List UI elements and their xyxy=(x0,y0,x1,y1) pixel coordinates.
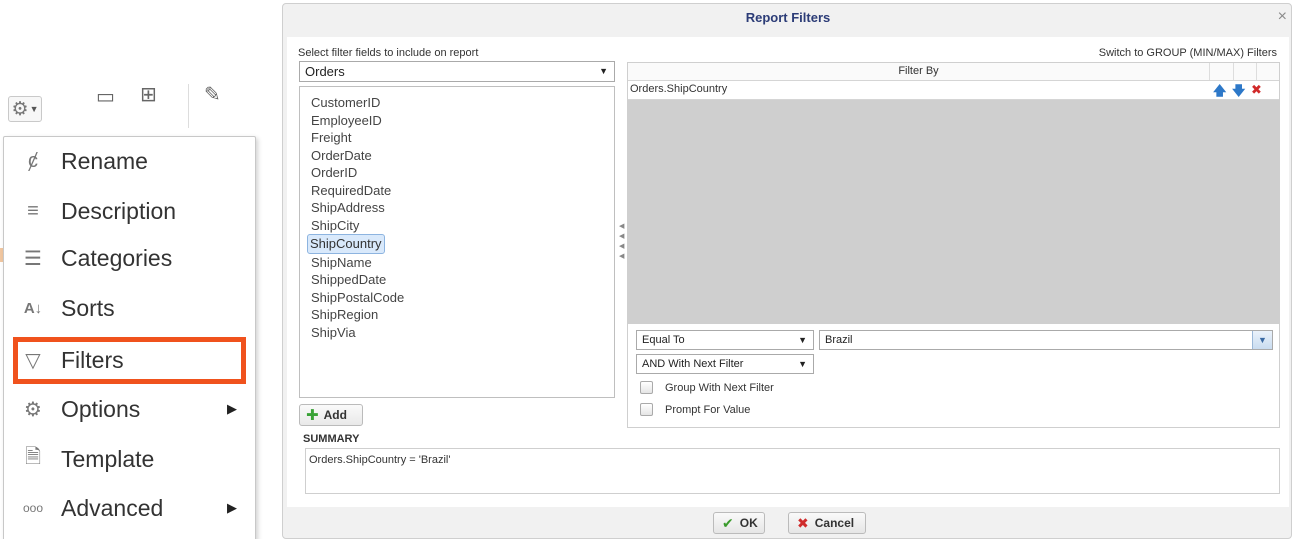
field-item[interactable]: RequiredDate xyxy=(309,182,393,200)
filter-panel: Filter By Orders.ShipCountry 🡅 🡇 ✖ Equal… xyxy=(627,62,1280,428)
ok-button-label: OK xyxy=(739,516,758,530)
table-select[interactable]: Orders ▼ xyxy=(299,61,615,82)
close-icon: ✖ xyxy=(797,514,809,531)
field-item[interactable]: EmployeeID xyxy=(309,112,384,130)
menu-item-label: Rename xyxy=(61,147,148,174)
table-select-value: Orders xyxy=(305,64,345,79)
ellipsis-icon: ooo xyxy=(22,501,44,515)
menu-item-template[interactable]: 🗎 Template xyxy=(5,434,256,484)
prompt-for-value-checkbox[interactable] xyxy=(640,403,653,416)
add-box-icon[interactable]: ⊞ xyxy=(140,82,157,107)
ok-button[interactable]: ✔ OK xyxy=(713,512,765,534)
filter-row-field: Orders.ShipCountry xyxy=(630,83,728,95)
rename-icon: ȼ xyxy=(28,149,38,172)
field-item[interactable]: OrderDate xyxy=(309,147,374,165)
filter-value-input[interactable]: Brazil ▼ xyxy=(819,330,1273,350)
fields-list[interactable]: CustomerID EmployeeID Freight OrderDate Orde… xyxy=(299,86,615,398)
field-item[interactable]: ShipCountry xyxy=(307,234,385,254)
filter-list-area xyxy=(628,100,1279,324)
dialog-title: Report Filters xyxy=(745,10,831,25)
operator-select[interactable]: Equal To ▼ xyxy=(636,330,814,350)
group-with-next-label: Group With Next Filter xyxy=(665,381,774,394)
arrow-left-icon: ◀ xyxy=(619,243,625,250)
prompt-for-value-label: Prompt For Value xyxy=(665,403,751,416)
cancel-button-label: Cancel xyxy=(814,516,855,530)
menu-item-sorts[interactable]: A↓ Sorts xyxy=(5,283,256,333)
field-item[interactable]: Freight xyxy=(309,129,353,147)
categories-icon: ☰ xyxy=(24,247,42,270)
field-item[interactable]: OrderID xyxy=(309,164,359,182)
check-icon: ✔ xyxy=(722,514,734,531)
field-item[interactable]: ShipAddress xyxy=(309,199,387,217)
layout-icon[interactable]: ▭ xyxy=(96,84,115,109)
menu-item-label: Description xyxy=(61,197,177,224)
filter-icon: ▽ xyxy=(25,349,41,372)
operator-value: Equal To xyxy=(642,334,685,346)
menu-item-label: Advanced xyxy=(61,494,164,521)
menu-item-label: Filters xyxy=(61,346,124,373)
menu-item-label: Categories xyxy=(61,244,173,271)
chevron-down-icon: ▼ xyxy=(599,66,608,76)
field-item[interactable]: ShipVia xyxy=(309,324,358,342)
filter-value: Brazil xyxy=(825,334,853,346)
menu-item-rename[interactable]: ȼ Rename xyxy=(5,136,256,186)
description-icon: ≡ xyxy=(27,199,39,222)
menu-item-options[interactable]: ⚙ Options ▶ xyxy=(5,384,256,434)
menu-item-label: Template xyxy=(61,445,155,472)
menu-item-label: Options xyxy=(61,395,141,422)
switch-group-filters-link[interactable]: Switch to GROUP (MIN/MAX) Filters xyxy=(1099,47,1277,59)
close-icon[interactable]: × xyxy=(1278,8,1287,26)
join-value: AND With Next Filter xyxy=(642,358,744,370)
edit-icon[interactable]: ✎ xyxy=(204,82,221,107)
prompt-for-value-option: Prompt For Value xyxy=(640,403,750,416)
menu-item-advanced[interactable]: ooo Advanced ▶ xyxy=(5,483,256,533)
cancel-button[interactable]: ✖ Cancel xyxy=(788,512,866,534)
menu-item-categories[interactable]: ☰ Categories xyxy=(5,233,256,283)
summary-box: Orders.ShipCountry = 'Brazil' xyxy=(305,448,1280,494)
collapse-handle[interactable]: ◀ ◀ ◀ ◀ xyxy=(619,222,627,262)
header-cell xyxy=(1211,63,1234,80)
template-icon: 🗎 xyxy=(24,446,42,468)
field-item[interactable]: ShippedDate xyxy=(309,271,388,289)
summary-label: SUMMARY xyxy=(303,433,360,445)
gear-icon: ⚙ xyxy=(24,398,42,421)
menu-item-filters[interactable]: ▽ Filters xyxy=(5,335,256,385)
report-filters-dialog: Report Filters × Select filter fields to… xyxy=(282,3,1292,539)
chevron-down-icon: ▼ xyxy=(798,359,807,369)
chevron-down-icon: ▼ xyxy=(798,335,807,345)
field-item[interactable]: CustomerID xyxy=(309,94,382,112)
submenu-arrow-icon: ▶ xyxy=(227,500,237,515)
toolbar-divider xyxy=(188,84,189,128)
field-item[interactable]: ShipName xyxy=(309,254,374,272)
field-item[interactable]: ShipPostalCode xyxy=(309,289,406,307)
arrow-left-icon: ◀ xyxy=(619,253,625,260)
arrow-left-icon: ◀ xyxy=(619,223,625,230)
group-with-next-checkbox[interactable] xyxy=(640,381,653,394)
add-button[interactable]: ✚ Add xyxy=(299,404,363,426)
menu-item-description[interactable]: ≡ Description xyxy=(5,186,256,236)
gear-dropdown-button[interactable]: ⚙ ▼ xyxy=(8,96,42,122)
menu-item-label: Sorts xyxy=(61,294,115,321)
sort-az-icon: A↓ xyxy=(23,299,43,317)
submenu-arrow-icon: ▶ xyxy=(227,401,237,416)
gear-icon: ⚙ xyxy=(11,98,29,120)
delete-icon[interactable]: ✖ xyxy=(1251,82,1262,98)
chevron-down-icon[interactable]: ▼ xyxy=(1252,331,1272,349)
filter-by-header: Filter By xyxy=(628,63,1210,80)
arrow-left-icon: ◀ xyxy=(619,233,625,240)
select-fields-label: Select filter fields to include on repor… xyxy=(298,47,479,59)
plus-icon: ✚ xyxy=(306,407,319,424)
filter-header: Filter By xyxy=(628,63,1279,81)
add-button-label: Add xyxy=(323,408,347,422)
join-select[interactable]: AND With Next Filter ▼ xyxy=(636,354,814,374)
group-with-next-option: Group With Next Filter xyxy=(640,381,774,394)
field-item[interactable]: ShipRegion xyxy=(309,306,380,324)
filter-row[interactable]: Orders.ShipCountry 🡅 🡇 ✖ xyxy=(628,81,1279,100)
field-item[interactable]: ShipCity xyxy=(309,217,361,235)
header-cell xyxy=(1234,63,1257,80)
chevron-down-icon: ▼ xyxy=(29,104,39,114)
